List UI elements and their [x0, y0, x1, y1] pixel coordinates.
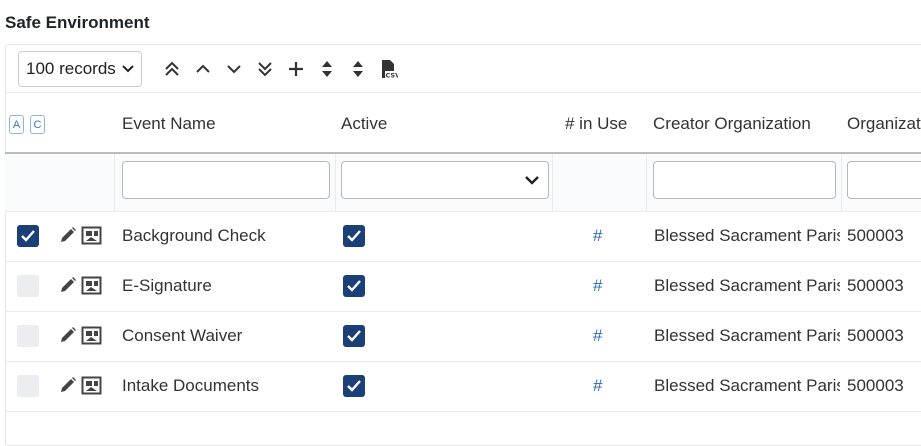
row-select-checkbox[interactable] [17, 375, 39, 397]
toggle-c-button[interactable]: C [30, 115, 45, 134]
pencil-icon[interactable] [59, 376, 77, 399]
grid-toolbar: 100 records CSV [18, 49, 404, 89]
creator-organization-cell: Blessed Sacrament Paris [654, 326, 840, 345]
in-use-link[interactable]: # [593, 326, 602, 346]
row-select-checkbox[interactable] [17, 275, 39, 297]
chevron-down-icon [122, 65, 134, 73]
event-name-cell: Intake Documents [122, 376, 260, 395]
organization-cell: 500003 [847, 376, 904, 395]
column-divider [841, 154, 842, 211]
in-use-link[interactable]: # [593, 276, 602, 296]
creator-organization-cell: Blessed Sacrament Paris [654, 376, 840, 395]
column-header-organization[interactable]: Organizat [847, 114, 921, 134]
event-name-cell: Background Check [122, 226, 266, 245]
column-divider [114, 154, 115, 211]
csv-file-icon[interactable]: CSV [373, 56, 404, 82]
column-divider [552, 154, 553, 211]
event-name-cell: E-Signature [122, 276, 212, 295]
organization-cell: 500003 [847, 326, 904, 345]
in-use-link[interactable]: # [593, 226, 602, 246]
chevron-down-icon [525, 176, 539, 185]
plus-icon[interactable] [280, 56, 311, 82]
image-edit-icon[interactable] [81, 276, 102, 300]
pencil-icon[interactable] [59, 326, 77, 349]
svg-text:CSV: CSV [385, 72, 398, 80]
pencil-icon[interactable] [59, 276, 77, 299]
toolbar-divider [6, 92, 921, 93]
column-divider [646, 154, 647, 211]
chevron-down-icon[interactable] [218, 56, 249, 82]
chevron-up-icon[interactable] [187, 56, 218, 82]
image-edit-icon[interactable] [81, 376, 102, 400]
column-header-active[interactable]: Active [341, 114, 387, 134]
sort-expand-icon[interactable] [311, 56, 342, 82]
double-chevron-down-icon[interactable] [249, 56, 280, 82]
pencil-icon[interactable] [59, 226, 77, 249]
column-header-creator-organization[interactable]: Creator Organization [653, 114, 811, 134]
creator-organization-cell: Blessed Sacrament Paris [654, 226, 840, 245]
creator-organization-cell: Blessed Sacrament Paris [654, 276, 840, 295]
records-per-page-value: 100 records [26, 59, 116, 78]
column-header-in-use[interactable]: # in Use [565, 114, 627, 134]
column-divider [335, 154, 336, 211]
active-checkbox[interactable] [343, 225, 365, 247]
filter-active-select[interactable] [341, 161, 549, 199]
sort-collapse-icon[interactable] [342, 56, 373, 82]
column-header-event-name[interactable]: Event Name [122, 114, 216, 134]
event-name-cell: Consent Waiver [122, 326, 243, 345]
filter-creator-organization-input[interactable] [653, 161, 836, 199]
filter-event-name-input[interactable] [122, 161, 330, 199]
row-select-checkbox[interactable] [17, 325, 39, 347]
organization-cell: 500003 [847, 276, 904, 295]
image-edit-icon[interactable] [81, 326, 102, 350]
filter-organization-input[interactable] [847, 161, 921, 199]
in-use-link[interactable]: # [593, 376, 602, 396]
records-per-page-select[interactable]: 100 records [18, 51, 142, 87]
active-checkbox[interactable] [343, 325, 365, 347]
active-checkbox[interactable] [343, 275, 365, 297]
double-chevron-up-icon[interactable] [156, 56, 187, 82]
row-select-checkbox[interactable] [17, 225, 39, 247]
active-checkbox[interactable] [343, 375, 365, 397]
page-title: Safe Environment [5, 13, 150, 32]
image-edit-icon[interactable] [81, 226, 102, 250]
organization-cell: 500003 [847, 226, 904, 245]
row-divider [5, 411, 921, 412]
toggle-a-button[interactable]: A [9, 115, 24, 134]
